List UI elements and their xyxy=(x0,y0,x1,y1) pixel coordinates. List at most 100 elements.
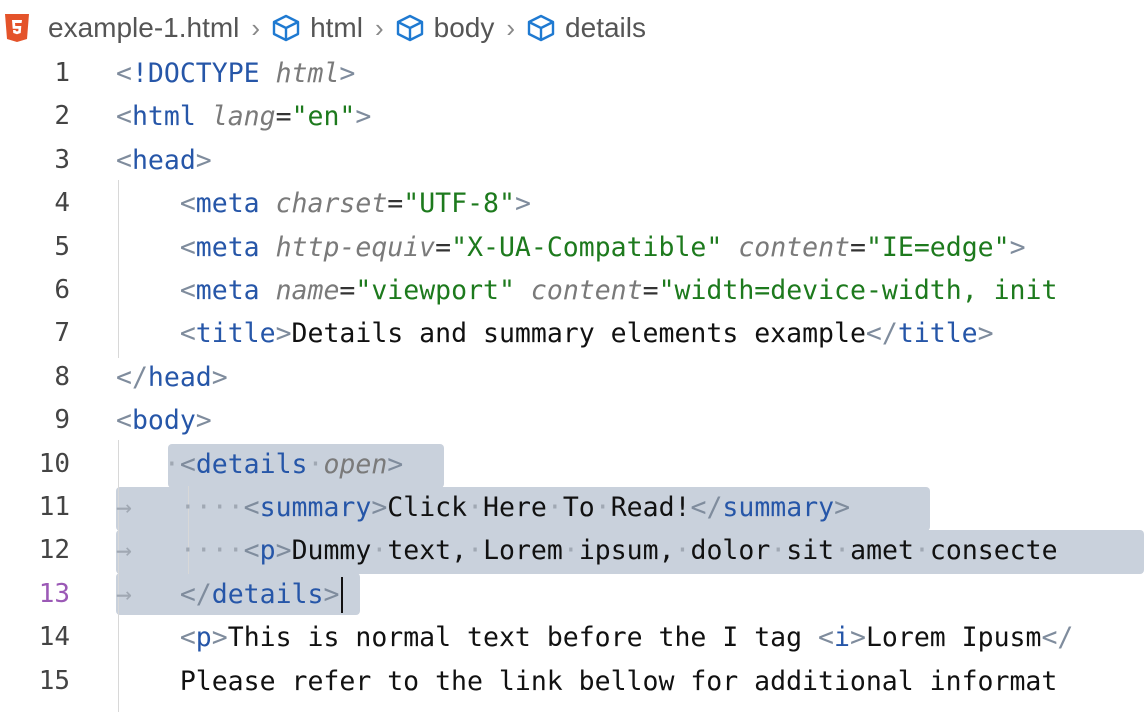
code-line[interactable]: 9 <body> xyxy=(0,399,1144,442)
code-token: This is normal text before the I tag xyxy=(227,622,819,654)
code-token: Here xyxy=(483,492,547,523)
code-token: · xyxy=(307,448,324,480)
code-token: meta xyxy=(195,275,260,306)
code-token: > xyxy=(387,448,404,480)
code-line[interactable]: 15 Please refer to the link bellow for a… xyxy=(0,660,1144,703)
code-token: → xyxy=(116,535,180,567)
code-token: · xyxy=(546,492,563,523)
code-token: = xyxy=(339,275,356,306)
line-number: 2 xyxy=(54,101,70,132)
code-text: <body> xyxy=(116,399,212,442)
code-token: · xyxy=(467,535,484,567)
code-line[interactable]: 10 ·<details·open> xyxy=(0,443,1144,486)
code-token: = xyxy=(642,275,659,306)
cube-icon xyxy=(394,12,426,44)
code-token: details xyxy=(211,578,324,610)
code-token: · xyxy=(913,535,930,567)
code-token: "viewport" xyxy=(355,275,515,306)
code-line[interactable]: 11 → ····<summary>Click·Here·To·Read!</su… xyxy=(0,486,1144,529)
code-token: title xyxy=(897,318,978,350)
code-token: ···· xyxy=(179,535,244,567)
code-token: < xyxy=(179,622,196,654)
code-line[interactable]: 8 </head> xyxy=(0,356,1144,399)
code-token: http-equiv xyxy=(275,231,436,263)
code-editor[interactable]: 1 <!DOCTYPE html> 2 <html lang="en"> 3 <head>… xyxy=(0,52,1144,712)
code-token: Dummy xyxy=(291,535,372,567)
line-number: 10 xyxy=(38,448,70,479)
code-line[interactable]: 4 <meta charset="UTF-8"> xyxy=(0,182,1144,225)
breadcrumb-item-details[interactable]: details xyxy=(525,12,646,44)
code-token: </ xyxy=(179,578,212,610)
code-token: !DOCTYPE xyxy=(131,58,260,89)
code-token: < xyxy=(179,318,196,350)
breadcrumb-file[interactable]: example-1.html xyxy=(4,12,239,44)
code-token: · xyxy=(371,535,388,567)
chevron-right-icon: › xyxy=(374,12,384,43)
code-text: </head> xyxy=(116,356,228,399)
text-cursor xyxy=(341,577,344,614)
code-line[interactable]: 6 <meta name="viewport" content="width=d… xyxy=(0,269,1144,312)
code-token: > xyxy=(834,492,851,523)
code-token: head xyxy=(147,361,212,393)
code-token: < xyxy=(179,275,196,306)
breadcrumb-label: body xyxy=(433,12,495,43)
code-token: "width=device-width, init xyxy=(658,275,1058,306)
code-token: details xyxy=(195,448,308,480)
code-line[interactable]: 14 <p>This is normal text before the I t… xyxy=(0,616,1144,659)
code-text: <html lang="en"> xyxy=(116,95,371,138)
code-token: html xyxy=(275,58,340,89)
code-token: < xyxy=(116,58,132,89)
cube-icon xyxy=(525,12,557,44)
code-line[interactable]: 1 <!DOCTYPE html> xyxy=(0,52,1144,95)
code-line[interactable]: 7 <title>Details and summary elements ex… xyxy=(0,312,1144,355)
line-number: 11 xyxy=(38,492,70,522)
code-token: < xyxy=(818,622,835,654)
code-token: open xyxy=(323,448,388,480)
code-token: Details and summary elements example xyxy=(291,318,866,350)
code-token: dolor xyxy=(690,535,771,567)
code-token: </ xyxy=(116,361,148,393)
breadcrumb: example-1.html › html › body › details xyxy=(0,0,1144,56)
breadcrumb-item-html[interactable]: html xyxy=(270,12,363,44)
code-line[interactable]: 2 <html lang="en"> xyxy=(0,95,1144,138)
line-number: 9 xyxy=(54,405,70,436)
line-number: 3 xyxy=(54,144,70,175)
line-number: 14 xyxy=(38,622,70,653)
code-token: Click xyxy=(387,492,468,523)
code-token: "X-UA-Compatible" xyxy=(451,231,723,263)
code-token: i xyxy=(834,622,850,654)
breadcrumb-item-body[interactable]: body xyxy=(394,12,495,44)
code-token: "en" xyxy=(291,101,356,133)
breadcrumb-file-label: example-1.html xyxy=(48,12,240,43)
code-line[interactable]: 13 → </details> xyxy=(0,573,1144,616)
code-token: content xyxy=(530,275,643,306)
code-line[interactable]: 12 → ····<p>Dummy·text,·Lorem·ipsum,·dolo… xyxy=(0,529,1144,572)
code-token: < xyxy=(179,231,196,263)
code-token: < xyxy=(179,448,196,480)
line-number: 6 xyxy=(54,275,70,305)
code-token: < xyxy=(116,101,132,133)
code-token: · xyxy=(467,492,484,523)
code-token: charset xyxy=(275,188,388,220)
code-token: ···· xyxy=(179,492,244,523)
line-number: 5 xyxy=(54,231,70,262)
line-number: 1 xyxy=(54,58,70,88)
code-token: Lorem Ipusm xyxy=(865,622,1042,654)
chevron-right-icon: › xyxy=(251,12,261,43)
code-line[interactable]: 5 <meta http-equiv="X-UA-Compatible" con… xyxy=(0,226,1144,269)
code-token: meta xyxy=(195,188,260,220)
line-number: 4 xyxy=(54,188,70,219)
code-line[interactable]: 3 <head> xyxy=(0,139,1144,182)
code-token: > xyxy=(275,318,292,350)
code-token: summary xyxy=(259,492,372,523)
code-token: · xyxy=(674,535,691,567)
code-text: <p>This is normal text before the I tag … xyxy=(116,616,1074,659)
